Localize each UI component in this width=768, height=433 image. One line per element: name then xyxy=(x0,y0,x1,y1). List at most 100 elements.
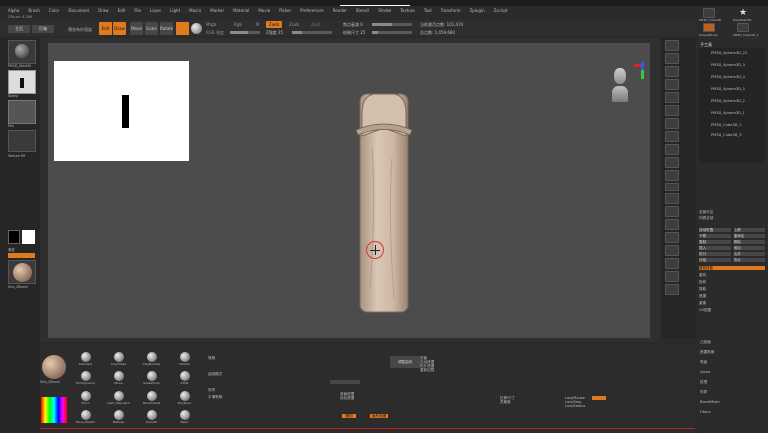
head-navigator-icon[interactable] xyxy=(612,68,628,106)
subtool-ctrl-button[interactable]: 复制 xyxy=(699,240,731,244)
polyframe-icon[interactable] xyxy=(665,258,679,269)
brush-toggle-icon[interactable] xyxy=(665,271,679,282)
rgb-toggle[interactable]: Rgb xyxy=(234,22,242,27)
draw-size-slider[interactable] xyxy=(372,31,412,34)
swap-color-button[interactable] xyxy=(8,253,35,258)
scale-mode-button[interactable]: Scale xyxy=(145,22,158,35)
persp-icon[interactable] xyxy=(665,53,679,64)
menu-item[interactable]: Transform xyxy=(441,8,461,13)
material-swatch-icon[interactable] xyxy=(176,22,189,35)
bottom-material-thumb[interactable] xyxy=(42,355,66,379)
menu-item[interactable]: Render xyxy=(333,8,347,13)
sample-label[interactable]: 采样 xyxy=(208,388,258,392)
subtool-item[interactable]: PM3D_Sphere3D_4 xyxy=(699,75,765,79)
menu-item[interactable]: Draw xyxy=(98,8,108,13)
subtool-ctrl-button[interactable]: 重命名 xyxy=(733,234,765,238)
section-item[interactable]: 遮罩 xyxy=(699,294,765,298)
dynamic-icon[interactable] xyxy=(665,219,679,230)
curve-mode-label[interactable]: 曲线模式 xyxy=(208,372,258,376)
m-toggle[interactable]: M xyxy=(256,22,259,27)
menu-item[interactable]: Stencil xyxy=(356,8,370,13)
menu-item[interactable]: Color xyxy=(49,8,59,13)
ghost-icon[interactable] xyxy=(665,193,679,204)
section-item[interactable]: 重构 xyxy=(699,273,765,277)
section-item[interactable]: UV贴图 xyxy=(699,308,765,312)
reference-image[interactable] xyxy=(54,61,189,161)
visible-all-button[interactable]: 全部可见 xyxy=(699,210,765,214)
list-all-button[interactable]: 列表全部 xyxy=(699,216,765,220)
section-item[interactable]: 提取 xyxy=(699,287,765,291)
subtool-ctrl-button[interactable]: 分组 xyxy=(699,258,731,262)
subtool-ctrl-button[interactable]: 插入 xyxy=(699,246,731,250)
edit-mode-button[interactable]: Edit xyxy=(99,22,112,35)
menu-item[interactable]: Preferences xyxy=(300,8,324,13)
subtool-item[interactable]: PM3D_Cube3D_1 xyxy=(699,123,765,127)
lazymouse-toggle[interactable] xyxy=(592,396,606,400)
material-thumb[interactable] xyxy=(8,260,36,284)
zcut-toggle[interactable]: Zcut xyxy=(311,22,320,27)
brush-item[interactable]: ClayTubes xyxy=(103,352,134,369)
bpr-icon[interactable] xyxy=(665,40,679,51)
menu-item[interactable]: Light xyxy=(170,8,180,13)
brush-item[interactable]: SkinShade4 xyxy=(136,390,167,408)
subtool-item[interactable]: PM3D_Sphere3D_3 xyxy=(699,63,765,67)
brush-item[interactable]: Pinch xyxy=(70,390,101,408)
right-menu-item[interactable]: 笔画 xyxy=(700,360,766,364)
z-intensity-slider[interactable] xyxy=(292,31,332,34)
color-black-swatch[interactable] xyxy=(8,230,20,244)
lsym-icon[interactable] xyxy=(665,92,679,103)
adjust-curve-button[interactable]: 调整曲线 xyxy=(390,356,420,368)
menu-item[interactable]: Texture xyxy=(400,8,415,13)
floor-icon[interactable] xyxy=(665,66,679,77)
subtool-ctrl-button[interactable]: 上移 xyxy=(733,228,765,232)
frontback-label[interactable]: 前后遮罩 xyxy=(340,396,400,400)
brush-item[interactable]: Inflat xyxy=(169,371,200,388)
sensitivity-label[interactable]: 灵敏度 xyxy=(500,400,560,404)
draw-mode-button[interactable]: Draw xyxy=(113,22,126,35)
right-menu-item[interactable]: 纹理 xyxy=(700,380,766,384)
project-section[interactable]: 重新投影 xyxy=(699,266,765,270)
color-white-swatch[interactable] xyxy=(22,230,35,244)
section-item[interactable]: 投射 xyxy=(699,280,765,284)
menu-item[interactable]: Tool xyxy=(424,8,432,13)
brush-item[interactable]: ClayBuildup xyxy=(136,352,167,369)
brush-item[interactable]: Standard xyxy=(70,352,101,369)
reload-label[interactable]: 重新加载 xyxy=(420,368,480,372)
subtool-ctrl-button[interactable]: 自动折叠 xyxy=(699,228,731,232)
brush-item[interactable]: MatCap xyxy=(103,409,134,427)
menu-item[interactable]: Alpha xyxy=(8,8,19,13)
tool-thumb-simplebrush[interactable] xyxy=(703,23,715,32)
menu-item[interactable]: Macro xyxy=(189,8,201,13)
menu-item[interactable]: Zplugin xyxy=(470,8,485,13)
lightbox-button[interactable]: 灯箱 xyxy=(32,25,54,33)
move-mode-button[interactable]: Move xyxy=(130,22,143,35)
actual-icon[interactable] xyxy=(665,232,679,243)
stroke-thumb[interactable] xyxy=(8,100,36,124)
scale-icon[interactable] xyxy=(665,131,679,142)
subtool-ctrl-button[interactable]: 拆分 xyxy=(733,258,765,262)
brush-item[interactable]: Move_Elastic xyxy=(70,409,101,427)
polyf-icon[interactable] xyxy=(665,157,679,168)
menu-item[interactable]: Marker xyxy=(210,8,224,13)
subtool-ctrl-button[interactable]: 拆分 xyxy=(699,252,731,256)
xpose-icon[interactable] xyxy=(665,206,679,217)
menu-item[interactable]: Layer xyxy=(150,8,161,13)
zsub-toggle[interactable]: Zsub xyxy=(289,22,299,27)
right-menu-item[interactable]: Fibers xyxy=(700,410,766,414)
menu-item[interactable]: Material xyxy=(233,8,249,13)
canvas-depth-toggle[interactable]: 画布深度 xyxy=(370,414,388,418)
right-menu-item[interactable]: BlendMesh xyxy=(700,400,766,404)
menu-item[interactable]: Brush xyxy=(28,8,40,13)
rotate-icon[interactable] xyxy=(665,144,679,155)
brush-label[interactable]: 笔刷 xyxy=(208,356,258,360)
left-tray-thumb-1[interactable] xyxy=(8,40,36,64)
right-menu-item[interactable]: 遮罩笔刷 xyxy=(700,350,766,354)
tool-thumb-cube1[interactable] xyxy=(737,23,749,32)
subtool-item[interactable]: PM3D_Cube3D_3 xyxy=(699,133,765,137)
frame-icon[interactable] xyxy=(665,105,679,116)
menu-item[interactable]: Document xyxy=(68,8,89,13)
brush-item[interactable]: SnakeHook xyxy=(136,371,167,388)
brush-item[interactable]: TrimDynamic xyxy=(70,371,101,388)
local-icon[interactable] xyxy=(665,79,679,90)
subtool-item[interactable]: PM3D_Sphere3D_5 xyxy=(699,87,765,91)
